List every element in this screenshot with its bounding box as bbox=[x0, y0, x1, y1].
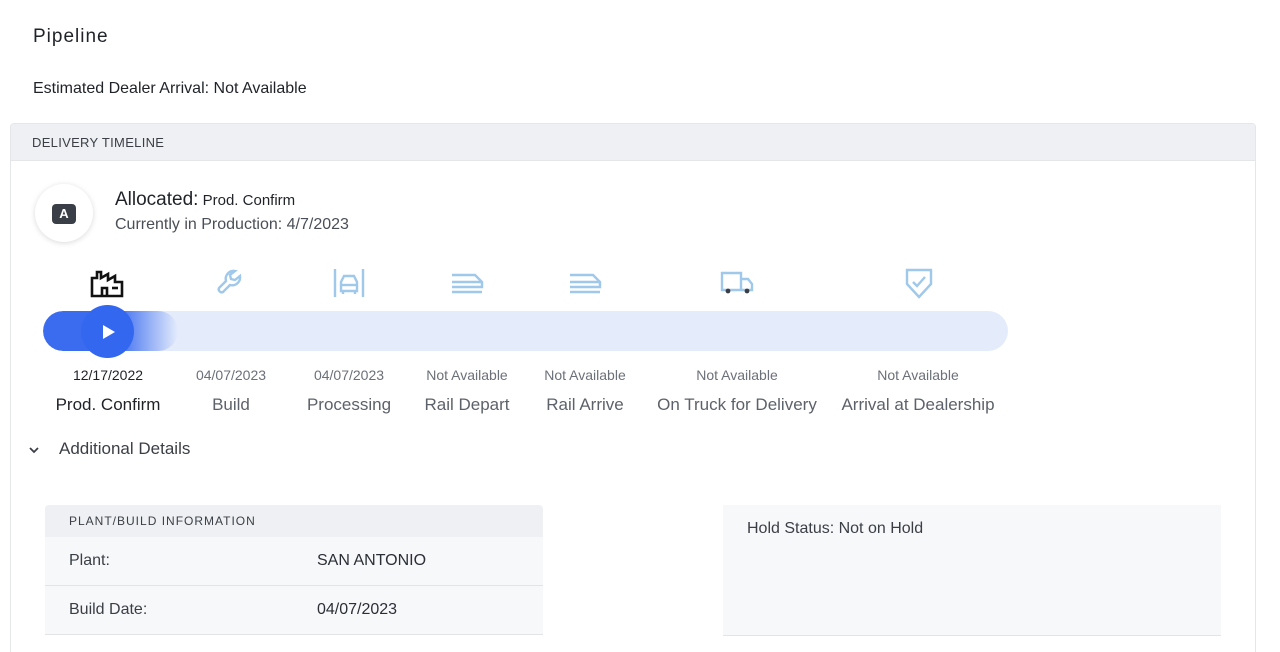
timeline-step-arrival: Not Available Arrival at Dealership bbox=[841, 367, 994, 415]
timeline-step-rail-depart: Not Available Rail Depart bbox=[424, 367, 509, 415]
step-date: Not Available bbox=[426, 367, 508, 383]
timeline-step-processing: 04/07/2023 Processing bbox=[307, 367, 391, 415]
status-label: Allocated: bbox=[115, 189, 199, 210]
timeline-step-rail-arrive: Not Available Rail Arrive bbox=[544, 367, 625, 415]
step-name: Prod. Confirm bbox=[55, 395, 161, 414]
rail-arrive-icon bbox=[565, 265, 605, 301]
step-name: Rail Arrive bbox=[546, 395, 624, 414]
play-button[interactable] bbox=[81, 305, 134, 358]
timeline-step-build: 04/07/2023 Build bbox=[196, 367, 266, 415]
avatar: A bbox=[35, 184, 93, 242]
timeline-step-prod-confirm: 12/17/2022 Prod. Confirm bbox=[56, 367, 161, 415]
step-name: Build bbox=[212, 395, 250, 414]
timeline-icons bbox=[11, 265, 1111, 305]
step-name: On Truck for Delivery bbox=[657, 395, 817, 414]
step-date: 04/07/2023 bbox=[313, 367, 385, 383]
progress-track bbox=[43, 311, 1008, 351]
production-status: Currently in Production: 4/7/2023 bbox=[115, 216, 349, 233]
page-title: Pipeline bbox=[33, 26, 109, 47]
step-name: Rail Depart bbox=[424, 395, 510, 414]
step-name: Processing bbox=[306, 395, 392, 414]
step-date: 04/07/2023 bbox=[195, 367, 267, 383]
plant-build-panel: PLANT/BUILD INFORMATION Plant: SAN ANTON… bbox=[45, 505, 543, 645]
plant-value: SAN ANTONIO bbox=[317, 552, 427, 569]
car-processing-icon bbox=[329, 265, 369, 301]
shield-check-icon bbox=[899, 265, 939, 301]
plant-build-header: PLANT/BUILD INFORMATION bbox=[45, 505, 543, 537]
plant-key: Plant: bbox=[69, 552, 110, 569]
allocation-letter-badge: A bbox=[52, 204, 76, 224]
rail-depart-icon bbox=[447, 265, 487, 301]
truck-icon bbox=[717, 265, 757, 301]
build-date-value: 04/07/2023 bbox=[317, 601, 398, 618]
step-name: Arrival at Dealership bbox=[841, 395, 995, 414]
chevron-down-icon bbox=[29, 439, 43, 459]
delivery-timeline-card: DELIVERY TIMELINE A Allocated: Prod. Con… bbox=[10, 123, 1256, 652]
build-date-row: Build Date: 04/07/2023 bbox=[45, 586, 543, 635]
delivery-timeline-header: DELIVERY TIMELINE bbox=[11, 124, 1255, 161]
step-date: 12/17/2022 bbox=[72, 367, 144, 383]
hold-status: Hold Status: Not on Hold bbox=[747, 520, 924, 537]
allocation-status: Allocated: Prod. Confirm bbox=[115, 189, 295, 211]
step-date: Not Available bbox=[544, 367, 626, 383]
estimated-arrival: Estimated Dealer Arrival: Not Available bbox=[33, 80, 307, 97]
hold-status-panel: Hold Status: Not on Hold bbox=[723, 505, 1221, 636]
additional-details-label: Additional Details bbox=[59, 439, 191, 458]
play-icon bbox=[102, 324, 115, 339]
build-date-key: Build Date: bbox=[69, 601, 148, 618]
plant-row: Plant: SAN ANTONIO bbox=[45, 537, 543, 586]
step-date: Not Available bbox=[877, 367, 959, 383]
step-date: Not Available bbox=[696, 367, 778, 383]
wrench-icon bbox=[211, 265, 251, 301]
status-value: Prod. Confirm bbox=[202, 192, 296, 209]
factory-icon bbox=[87, 265, 127, 301]
timeline-step-on-truck: Not Available On Truck for Delivery bbox=[657, 367, 817, 415]
additional-details-toggle[interactable]: Additional Details bbox=[29, 439, 190, 459]
